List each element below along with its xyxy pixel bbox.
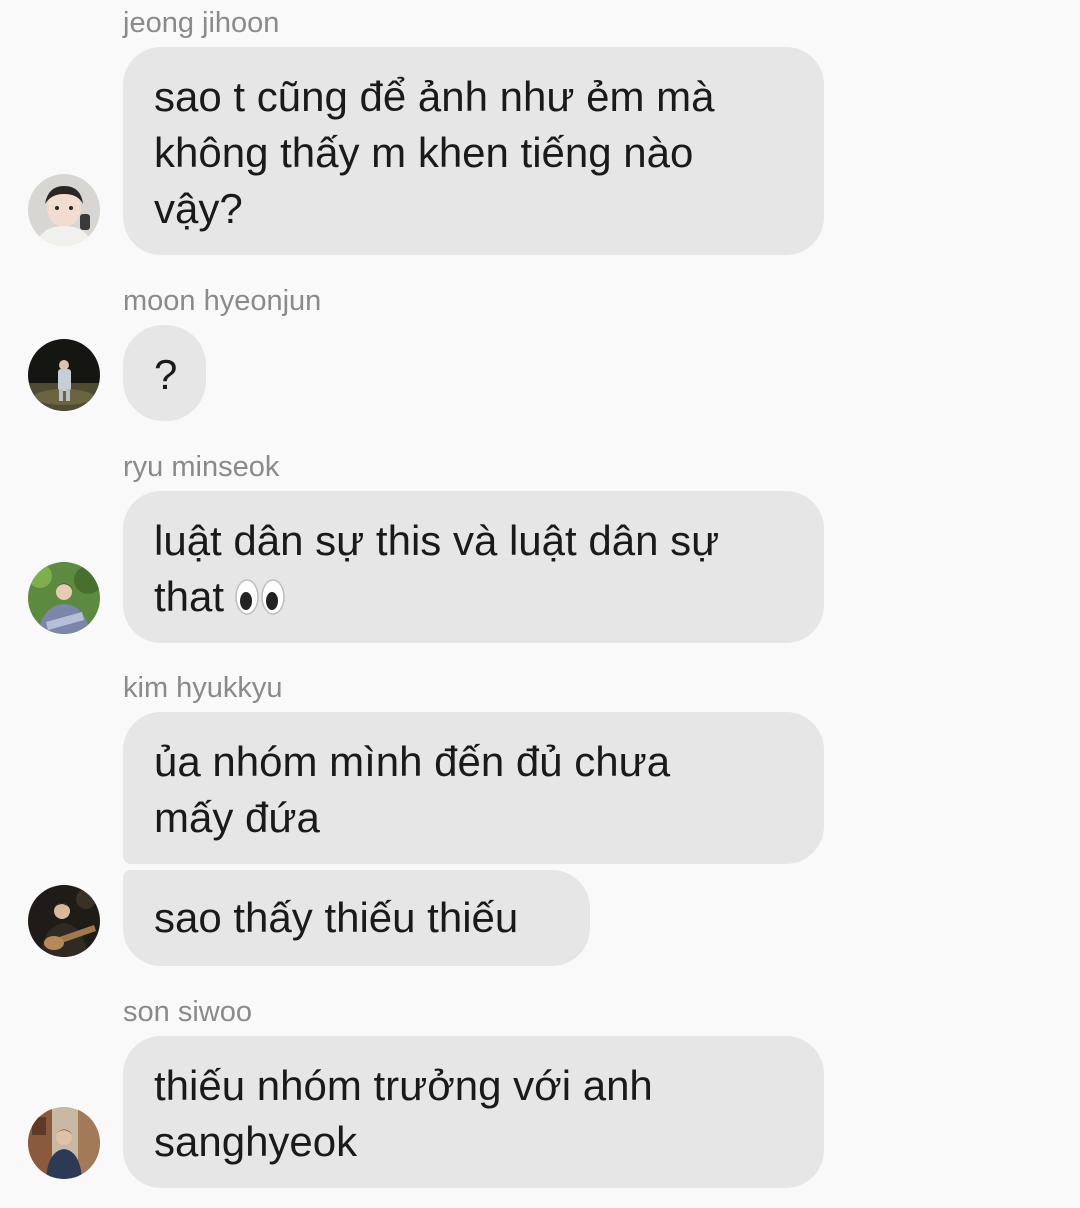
sender-name: ryu minseok: [123, 451, 280, 483]
sender-name: jeong jihoon: [123, 7, 280, 39]
sender-name: moon hyeonjun: [123, 285, 322, 317]
eyes-emoji: [235, 579, 285, 615]
avatar[interactable]: [28, 174, 100, 246]
avatar-photo-icon: [28, 174, 100, 246]
avatar-photo-icon: [28, 339, 100, 411]
message-bubble[interactable]: ?: [123, 325, 206, 421]
message-bubble[interactable]: luật dân sự this và luật dân sự that: [123, 491, 824, 643]
message-bubble[interactable]: ủa nhóm mình đến đủ chưa mấy đứa: [123, 712, 824, 864]
sender-name: kim hyukkyu: [123, 672, 283, 704]
message-text: sao thấy thiếu thiếu: [154, 894, 519, 941]
message-text: thiếu nhóm trưởng với anh sanghyeok: [154, 1062, 653, 1165]
avatar[interactable]: [28, 1107, 100, 1179]
message-text: ?: [154, 351, 178, 398]
avatar-photo-icon: [28, 885, 100, 957]
message-text: sao t cũng để ảnh như ẻm mà không thấy m…: [154, 73, 715, 232]
message-bubble[interactable]: sao thấy thiếu thiếu: [123, 870, 590, 966]
avatar-photo-icon: [28, 1107, 100, 1179]
avatar[interactable]: [28, 885, 100, 957]
chat-thread: jeong jihoon sao t cũng để ảnh như ẻm mà…: [0, 0, 1080, 1208]
message-bubble[interactable]: sao t cũng để ảnh như ẻm mà không thấy m…: [123, 47, 824, 255]
sender-name: son siwoo: [123, 996, 252, 1028]
avatar[interactable]: [28, 339, 100, 411]
avatar[interactable]: [28, 562, 100, 634]
message-bubble[interactable]: thiếu nhóm trưởng với anh sanghyeok: [123, 1036, 824, 1188]
message-text: ủa nhóm mình đến đủ chưa mấy đứa: [154, 738, 671, 841]
avatar-photo-icon: [28, 562, 100, 634]
